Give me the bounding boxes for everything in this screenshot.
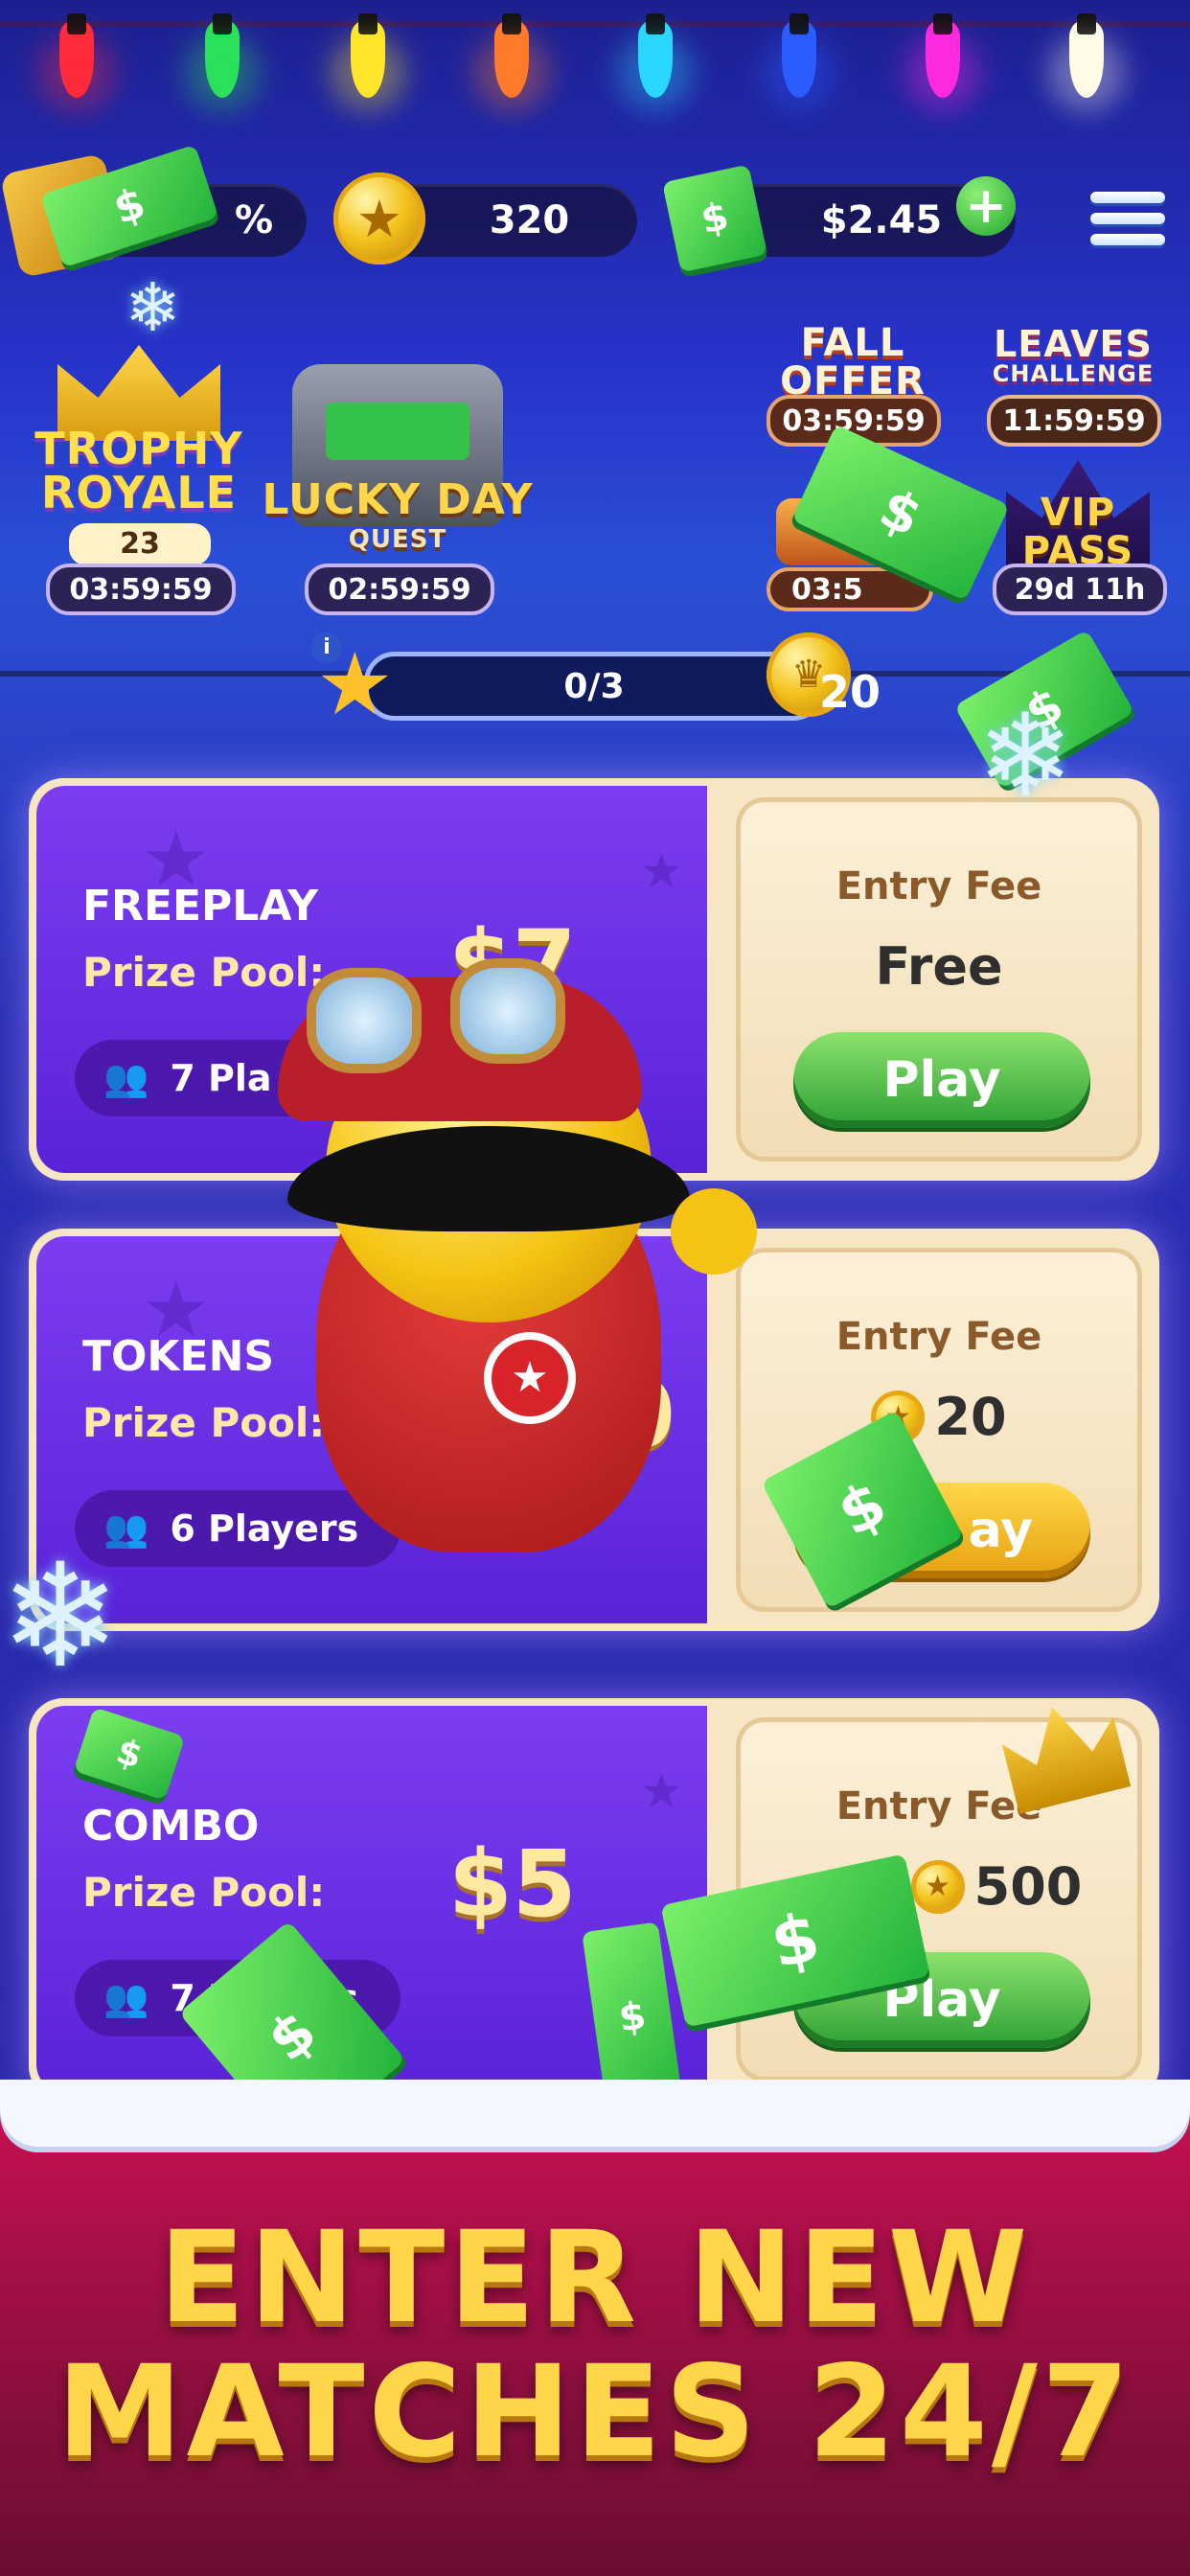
prize-pool-label: Prize Pool: — [82, 1869, 326, 1916]
trophy-royale-title: TROPHY ROYALE — [34, 423, 243, 518]
cyan-bulb-icon — [638, 13, 673, 98]
banner-headline-line2: MATCHES 24/7 — [57, 2338, 1133, 2486]
fall-offer-title: FALL OFFER — [780, 321, 926, 403]
match-mode-title: COMBO — [82, 1802, 260, 1851]
entry-fee-value: Free — [875, 936, 1003, 997]
prize-pool-label: Prize Pool: — [82, 949, 326, 996]
entry-panel: Entry Fee Free Play — [736, 797, 1142, 1162]
lights-wire — [0, 21, 1190, 27]
prize-pool-value: $5 — [448, 1830, 577, 1938]
green-bulb-icon — [205, 13, 240, 98]
cash-bill-icon: $ — [662, 164, 767, 273]
mascot-hand — [671, 1188, 757, 1275]
star-hat-icon: ★ — [316, 634, 394, 735]
play-button[interactable]: Play — [793, 1032, 1090, 1128]
entry-fee-value: ★ 20 — [736, 1387, 1142, 1447]
quest-progress-value: 0/3 — [563, 666, 625, 706]
magenta-bulb-icon — [926, 13, 960, 98]
vip-pass-title: VIP PASS — [1021, 491, 1134, 573]
yellow-bulb-icon — [351, 13, 385, 98]
snowflake-icon: ❄ — [125, 268, 181, 347]
match-mode-title: FREEPLAY — [82, 882, 319, 931]
vip-pass-timer: 29d 11h — [993, 564, 1167, 615]
leaves-challenge-title: LEAVES CHALLENGE — [992, 323, 1155, 387]
quest-progress-bar[interactable]: 0/3 — [364, 652, 824, 721]
star-decoration: ★ — [640, 843, 683, 899]
players-icon: 👥 — [103, 1056, 149, 1099]
lucky-day-timer: 02:59:59 — [305, 564, 494, 615]
players-icon: 👥 — [103, 1976, 149, 2019]
star-decoration: ★ — [640, 1763, 683, 1819]
cash-stack-icon — [326, 402, 469, 460]
trophy-royale-badge: 23 — [69, 523, 211, 565]
goggle-icon — [307, 968, 422, 1073]
leaves-challenge-timer: 11:59:59 — [987, 395, 1161, 447]
star-coin-icon: ★ — [910, 1859, 965, 1914]
lucky-day-title: LUCKY DAY QUEST — [262, 475, 534, 554]
snow-ledge — [0, 2080, 1190, 2147]
goggle-icon — [450, 958, 565, 1064]
banner-headline-line1: ENTER NEW — [158, 2204, 1032, 2352]
cash-value: $2.45 — [820, 198, 943, 242]
hamburger-menu-icon[interactable] — [1090, 182, 1165, 255]
players-count: 7 Pla — [170, 1057, 272, 1099]
orange-bulb-icon — [494, 13, 529, 98]
entry-fee-label: Entry Fee — [835, 1315, 1042, 1359]
blue-bulb-icon — [782, 13, 816, 98]
trophy-royale-timer: 03:59:59 — [46, 564, 236, 615]
add-cash-button[interactable]: + — [956, 176, 1016, 236]
snowflake-icon: ❄ — [0, 1533, 121, 1700]
players-pill: 👥 6 Players — [75, 1490, 400, 1567]
red-bulb-icon — [59, 13, 94, 98]
trophy-percent: % — [234, 198, 274, 242]
entry-panel: Entry Fee ★ 20 ay — [736, 1248, 1142, 1612]
players-count: 6 Players — [170, 1507, 359, 1550]
snowflake-icon: ❄ — [977, 690, 1074, 823]
mascot-badge: ★ — [484, 1332, 576, 1424]
match-mode-title: TOKENS — [82, 1332, 275, 1381]
coins-value: 320 — [489, 198, 570, 242]
white-bulb-icon — [1069, 13, 1104, 98]
entry-fee-label: Entry Fee — [835, 864, 1042, 908]
prize-pool-label: Prize Pool: — [82, 1399, 326, 1446]
quest-reward-value: 20 — [819, 666, 881, 718]
star-coin-icon: ★ — [333, 172, 425, 264]
match-card-combo[interactable]: ★ COMBO Prize Pool: $5 👥 7 Players Entry… — [29, 1698, 1159, 2101]
